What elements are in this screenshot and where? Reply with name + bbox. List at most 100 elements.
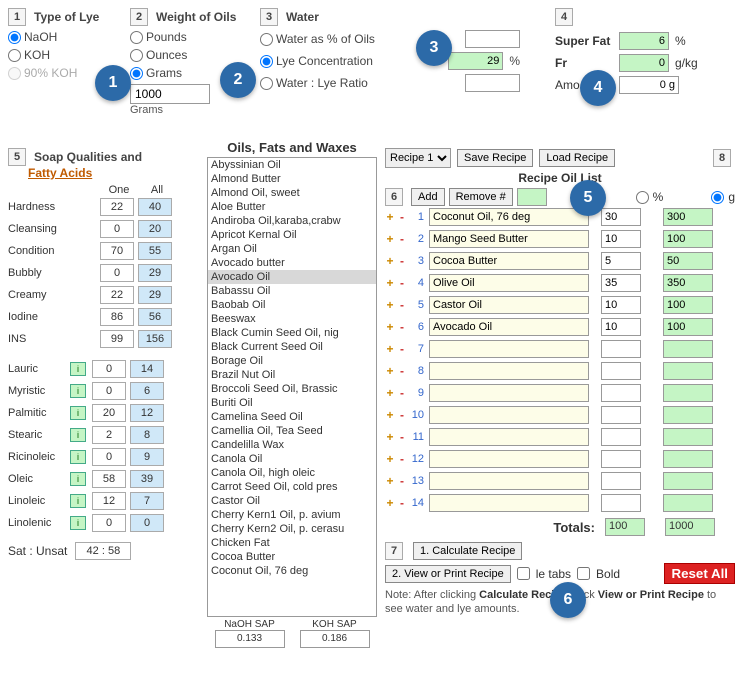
recipe-select[interactable]: Recipe 1 bbox=[385, 148, 451, 168]
recipe-oil-pct[interactable] bbox=[601, 472, 641, 490]
radio-koh[interactable]: KOH bbox=[8, 48, 128, 62]
oil-list-item[interactable]: Beeswax bbox=[208, 312, 376, 326]
recipe-oil-gram[interactable] bbox=[663, 428, 713, 446]
bold-checkbox[interactable] bbox=[577, 567, 590, 580]
water-pct-input[interactable] bbox=[465, 30, 520, 48]
recipe-oil-pct[interactable] bbox=[601, 296, 641, 314]
radio-naoh[interactable]: NaOH bbox=[8, 30, 128, 44]
recipe-oil-pct[interactable] bbox=[601, 230, 641, 248]
oil-list-item[interactable]: Canola Oil, high oleic bbox=[208, 466, 376, 480]
recipe-oil-gram[interactable] bbox=[663, 406, 713, 424]
recipe-oil-gram[interactable] bbox=[663, 472, 713, 490]
increase-icon[interactable]: + bbox=[385, 276, 395, 290]
decrease-icon[interactable]: - bbox=[397, 496, 407, 510]
water-lye-ratio-input[interactable] bbox=[465, 74, 520, 92]
increase-icon[interactable]: + bbox=[385, 452, 395, 466]
recipe-oil-gram[interactable] bbox=[663, 318, 713, 336]
recipe-oil-gram[interactable] bbox=[663, 494, 713, 512]
info-icon[interactable]: i bbox=[70, 516, 86, 530]
recipe-oil-gram[interactable] bbox=[663, 340, 713, 358]
info-icon[interactable]: i bbox=[70, 428, 86, 442]
decrease-icon[interactable]: - bbox=[397, 232, 407, 246]
recipe-oil-pct[interactable] bbox=[601, 252, 641, 270]
recipe-oil-gram[interactable] bbox=[663, 208, 713, 226]
recipe-oil-pct[interactable] bbox=[601, 406, 641, 424]
oil-list-item[interactable]: Cherry Kern2 Oil, p. cerasu bbox=[208, 522, 376, 536]
recipe-oil-gram[interactable] bbox=[663, 296, 713, 314]
recipe-oil-pct[interactable] bbox=[601, 274, 641, 292]
oil-list-item[interactable]: Candelilla Wax bbox=[208, 438, 376, 452]
oil-list-item[interactable]: Almond Oil, sweet bbox=[208, 186, 376, 200]
increase-icon[interactable]: + bbox=[385, 386, 395, 400]
multiple-tabs-checkbox[interactable] bbox=[517, 567, 530, 580]
oil-list-item[interactable]: Brazil Nut Oil bbox=[208, 368, 376, 382]
amount-input[interactable] bbox=[619, 76, 679, 94]
decrease-icon[interactable]: - bbox=[397, 254, 407, 268]
recipe-oil-pct[interactable] bbox=[601, 318, 641, 336]
decrease-icon[interactable]: - bbox=[397, 408, 407, 422]
radio-water-pct-oils[interactable]: Water as % of Oils bbox=[260, 30, 520, 48]
oil-list-item[interactable]: Andiroba Oil,karaba,crabw bbox=[208, 214, 376, 228]
oil-list-item[interactable]: Carrot Seed Oil, cold pres bbox=[208, 480, 376, 494]
recipe-oil-name[interactable] bbox=[429, 450, 589, 468]
increase-icon[interactable]: + bbox=[385, 364, 395, 378]
increase-icon[interactable]: + bbox=[385, 232, 395, 246]
oil-list-item[interactable]: Coconut Oil, 76 deg bbox=[208, 564, 376, 578]
decrease-icon[interactable]: - bbox=[397, 298, 407, 312]
recipe-oil-pct[interactable] bbox=[601, 450, 641, 468]
info-icon[interactable]: i bbox=[70, 384, 86, 398]
view-print-recipe-button[interactable]: 2. View or Print Recipe bbox=[385, 565, 511, 583]
increase-icon[interactable]: + bbox=[385, 254, 395, 268]
recipe-oil-name[interactable] bbox=[429, 362, 589, 380]
oil-list-item[interactable]: Borage Oil bbox=[208, 354, 376, 368]
recipe-oil-name[interactable] bbox=[429, 274, 589, 292]
decrease-icon[interactable]: - bbox=[397, 364, 407, 378]
oil-list-item[interactable]: Baobab Oil bbox=[208, 298, 376, 312]
load-recipe-button[interactable]: Load Recipe bbox=[539, 149, 615, 167]
decrease-icon[interactable]: - bbox=[397, 430, 407, 444]
recipe-oil-pct[interactable] bbox=[601, 340, 641, 358]
oil-list-item[interactable]: Broccoli Seed Oil, Brassic bbox=[208, 382, 376, 396]
increase-icon[interactable]: + bbox=[385, 342, 395, 356]
recipe-oil-gram[interactable] bbox=[663, 450, 713, 468]
remove-number-input[interactable] bbox=[517, 188, 547, 206]
decrease-icon[interactable]: - bbox=[397, 452, 407, 466]
decrease-icon[interactable]: - bbox=[397, 474, 407, 488]
info-icon[interactable]: i bbox=[70, 472, 86, 486]
oil-list-item[interactable]: Black Cumin Seed Oil, nig bbox=[208, 326, 376, 340]
recipe-oil-pct[interactable] bbox=[601, 384, 641, 402]
oils-list[interactable]: Abyssinian OilAlmond ButterAlmond Oil, s… bbox=[207, 157, 377, 617]
gram-radio[interactable] bbox=[711, 191, 724, 204]
recipe-oil-pct[interactable] bbox=[601, 494, 641, 512]
info-icon[interactable]: i bbox=[70, 494, 86, 508]
oil-list-item[interactable]: Chicken Fat bbox=[208, 536, 376, 550]
recipe-oil-gram[interactable] bbox=[663, 230, 713, 248]
recipe-oil-pct[interactable] bbox=[601, 362, 641, 380]
lye-conc-input[interactable] bbox=[448, 52, 503, 70]
pct-radio[interactable] bbox=[636, 191, 649, 204]
recipe-oil-pct[interactable] bbox=[601, 208, 641, 226]
increase-icon[interactable]: + bbox=[385, 320, 395, 334]
oil-list-item[interactable]: Almond Butter bbox=[208, 172, 376, 186]
oil-list-item[interactable]: Cocoa Butter bbox=[208, 550, 376, 564]
oil-list-item[interactable]: Cherry Kern1 Oil, p. avium bbox=[208, 508, 376, 522]
recipe-oil-name[interactable] bbox=[429, 208, 589, 226]
oil-list-item[interactable]: Buriti Oil bbox=[208, 396, 376, 410]
recipe-oil-gram[interactable] bbox=[663, 384, 713, 402]
recipe-oil-name[interactable] bbox=[429, 384, 589, 402]
decrease-icon[interactable]: - bbox=[397, 342, 407, 356]
recipe-oil-name[interactable] bbox=[429, 230, 589, 248]
remove-oil-button[interactable]: Remove # bbox=[449, 188, 513, 206]
increase-icon[interactable]: + bbox=[385, 496, 395, 510]
increase-icon[interactable]: + bbox=[385, 408, 395, 422]
oil-list-item[interactable]: Abyssinian Oil bbox=[208, 158, 376, 172]
info-icon[interactable]: i bbox=[70, 362, 86, 376]
recipe-oil-name[interactable] bbox=[429, 296, 589, 314]
oil-list-item[interactable]: Apricot Kernal Oil bbox=[208, 228, 376, 242]
info-icon[interactable]: i bbox=[70, 406, 86, 420]
radio-lye-concentration[interactable]: Lye Concentration% bbox=[260, 52, 520, 70]
recipe-oil-name[interactable] bbox=[429, 252, 589, 270]
recipe-oil-name[interactable] bbox=[429, 406, 589, 424]
oil-list-item[interactable]: Aloe Butter bbox=[208, 200, 376, 214]
decrease-icon[interactable]: - bbox=[397, 386, 407, 400]
